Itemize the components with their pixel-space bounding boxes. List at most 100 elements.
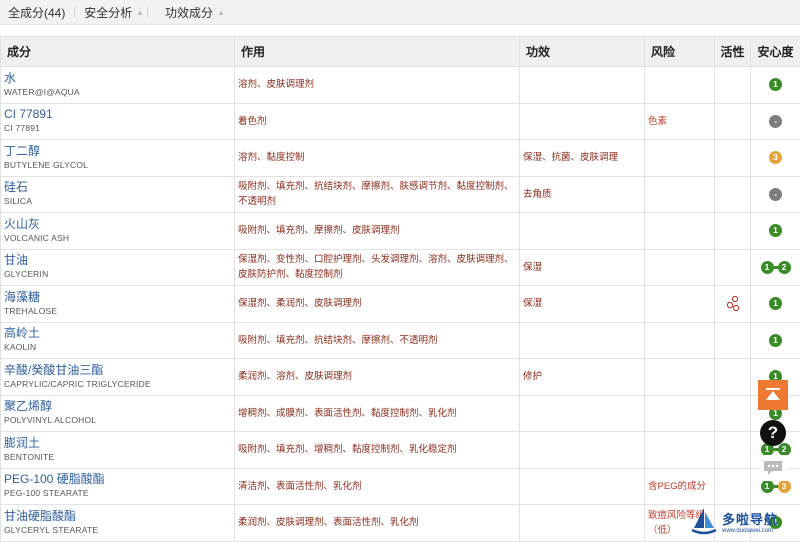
- efficacy-cell: [519, 212, 645, 250]
- table-row: 甘油 GLYCERIN 保湿剂、变性剂、口腔护理剂、头发调理剂、溶剂、皮肤调理剂、皮…: [0, 248, 800, 286]
- header-safety: 安心度: [750, 36, 800, 67]
- active-cell: [714, 102, 751, 140]
- tab-label: 安全分析: [84, 5, 133, 20]
- safety-score-badge: -: [769, 114, 782, 128]
- molecule-icon: [726, 295, 739, 311]
- risk-cell: [644, 358, 715, 396]
- function-cell: 溶剂、皮肤调理剂: [234, 66, 520, 104]
- ingredient-name-link[interactable]: 辛酸/癸酸甘油三酯: [4, 363, 231, 378]
- header-risk: 风险: [644, 36, 715, 67]
- ingredient-tabs: 全成分(44) | 安全分析 ▲ | 功效成分 ▲: [0, 0, 800, 25]
- function-cell: 清洁剂、表面活性剂、乳化剂: [234, 467, 520, 505]
- function-cell: 吸附剂、填充剂、抗结块剂、摩擦剂、不透明剂: [234, 321, 520, 359]
- ingredient-name-link[interactable]: CI 77891: [4, 107, 231, 122]
- ingredient-inci-name: BENTONITE: [4, 451, 55, 462]
- tab-label: 功效成分: [165, 5, 214, 20]
- header-active: 活性: [714, 36, 751, 67]
- ingredient-cell: 甘油硬脂酸酯 GLYCERYL STEARATE: [0, 504, 235, 542]
- ingredient-name-link[interactable]: 硅石: [4, 180, 231, 195]
- active-cell: [714, 358, 751, 396]
- function-cell: 溶剂、黏度控制: [234, 139, 520, 177]
- function-cell: 保湿剂、柔润剂、皮肤调理剂: [234, 285, 520, 323]
- ingredient-name-link[interactable]: 火山灰: [4, 217, 231, 232]
- chat-bubble-icon: [764, 461, 782, 475]
- tab-efficacy-ingredients[interactable]: 功效成分 ▲: [157, 4, 233, 21]
- risk-cell: [644, 212, 715, 250]
- ingredient-name-link[interactable]: 甘油: [4, 253, 231, 268]
- watermark-title: 多啦导航: [722, 511, 779, 527]
- ingredient-inci-name: BUTYLENE GLYCOL: [4, 159, 89, 170]
- active-cell: [714, 66, 751, 104]
- safety-cell: 1: [750, 285, 800, 323]
- risk-cell: [644, 66, 715, 104]
- risk-cell: [644, 248, 715, 286]
- header-efficacy: 功效: [519, 36, 645, 67]
- tab-label: 全成分(44): [8, 5, 66, 20]
- ingredient-inci-name: TREHALOSE: [4, 305, 58, 316]
- ingredient-inci-name: CAPRYLIC/CAPRIC TRIGLYCERIDE: [4, 378, 151, 389]
- ingredient-cell: 水 WATER@I@AQUA: [0, 66, 235, 104]
- table-row: 聚乙烯醇 POLYVINYL ALCOHOL 增稠剂、成膜剂、表面活性剂、黏度控制剂…: [0, 394, 800, 432]
- active-cell: [714, 248, 751, 286]
- safety-cell: -: [750, 102, 800, 140]
- table-row: 火山灰 VOLCANIC ASH 吸附剂、填充剂、摩擦剂、皮肤调理剂 1: [0, 212, 800, 250]
- safety-score-badge: 1: [769, 224, 782, 238]
- ingredient-name-link[interactable]: PEG-100 硬脂酸酯: [4, 472, 231, 487]
- back-to-top-button[interactable]: [758, 380, 788, 410]
- function-cell: 着色剂: [234, 102, 520, 140]
- function-cell: 柔润剂、皮肤调理剂、表面活性剂、乳化剂: [234, 504, 520, 542]
- ingredient-table: 成分 作用 功效 风险 活性 安心度 水 WATER@I@AQUA 溶剂、皮肤调理剂…: [0, 36, 800, 542]
- feedback-button[interactable]: [758, 455, 788, 481]
- table-row: 辛酸/癸酸甘油三酯 CAPRYLIC/CAPRIC TRIGLYCERIDE 柔润剂…: [0, 358, 800, 396]
- score-range-dash: [773, 484, 778, 488]
- safety-cell: 12: [750, 248, 800, 286]
- risk-cell: [644, 431, 715, 469]
- ingredient-inci-name: SILICA: [4, 196, 33, 207]
- ingredient-cell: 聚乙烯醇 POLYVINYL ALCOHOL: [0, 394, 235, 432]
- ingredient-cell: 丁二醇 BUTYLENE GLYCOL: [0, 139, 235, 177]
- tab-all-ingredients[interactable]: 全成分(44): [0, 4, 73, 21]
- safety-cell: -: [750, 175, 800, 213]
- ingredient-cell: 海藻糖 TREHALOSE: [0, 285, 235, 323]
- risk-cell: [644, 139, 715, 177]
- ingredient-name-link[interactable]: 丁二醇: [4, 144, 231, 159]
- function-cell: 增稠剂、成膜剂、表面活性剂、黏度控制剂、乳化剂: [234, 394, 520, 432]
- efficacy-cell: [519, 394, 645, 432]
- function-cell: 保湿剂、变性剂、口腔护理剂、头发调理剂、溶剂、皮肤调理剂、皮肤防护剂、黏度控制剂: [234, 248, 520, 286]
- risk-cell: [644, 321, 715, 359]
- ingredient-inci-name: VOLCANIC ASH: [4, 232, 70, 243]
- safety-score-badge: 1: [760, 479, 774, 493]
- ingredient-name-link[interactable]: 高岭土: [4, 326, 231, 341]
- active-cell: [714, 431, 751, 469]
- safety-cell: 1: [750, 212, 800, 250]
- table-row: PEG-100 硬脂酸酯 PEG-100 STEARATE 清洁剂、表面活性剂、乳化…: [0, 467, 800, 505]
- ingredient-cell: 火山灰 VOLCANIC ASH: [0, 212, 235, 250]
- safety-score-badge: 3: [769, 151, 782, 165]
- efficacy-cell: [519, 102, 645, 140]
- safety-score-badge: 1: [769, 333, 782, 347]
- ingredient-inci-name: KAOLIN: [4, 342, 37, 353]
- risk-cell: [644, 175, 715, 213]
- ingredient-name-link[interactable]: 水: [4, 71, 231, 86]
- ingredient-name-link[interactable]: 海藻糖: [4, 290, 231, 305]
- efficacy-cell: [519, 431, 645, 469]
- table-row: 甘油硬脂酸酯 GLYCERYL STEARATE 柔润剂、皮肤调理剂、表面活性剂、乳…: [0, 504, 800, 542]
- ingredient-name-link[interactable]: 甘油硬脂酸酯: [4, 509, 231, 524]
- function-cell: 吸附剂、填充剂、摩擦剂、皮肤调理剂: [234, 212, 520, 250]
- risk-cell: [644, 285, 715, 323]
- ingredient-inci-name: GLYCERYL STEARATE: [4, 524, 99, 535]
- ingredient-inci-name: POLYVINYL ALCOHOL: [4, 415, 97, 426]
- ingredient-inci-name: GLYCERIN: [4, 269, 49, 280]
- ingredient-cell: 甘油 GLYCERIN: [0, 248, 235, 286]
- safety-score-badge: -: [769, 187, 782, 201]
- watermark-url: www.duolawei.com: [722, 527, 774, 534]
- ingredient-name-link[interactable]: 膨润土: [4, 436, 231, 451]
- header-ingredient: 成分: [0, 36, 235, 67]
- efficacy-cell: [519, 321, 645, 359]
- efficacy-cell: [519, 467, 645, 505]
- safety-score-badge: 3: [777, 479, 791, 493]
- active-cell: [714, 212, 751, 250]
- help-button[interactable]: ?: [760, 420, 786, 446]
- tab-safety-analysis[interactable]: 安全分析 ▲ |: [76, 4, 157, 21]
- ingredient-name-link[interactable]: 聚乙烯醇: [4, 399, 231, 414]
